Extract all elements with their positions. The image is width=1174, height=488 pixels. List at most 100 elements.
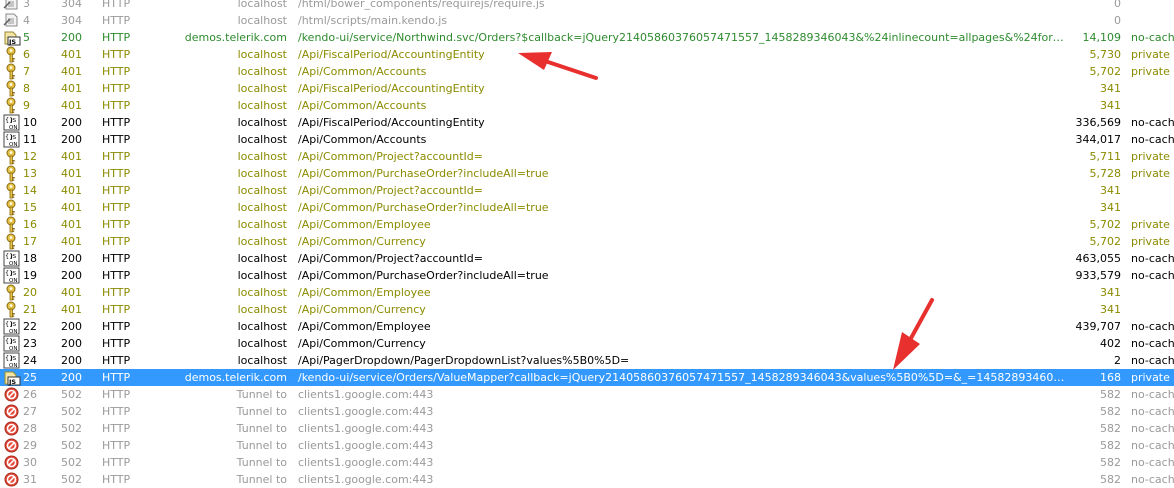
session-result: 401 (61, 167, 82, 180)
session-result: 401 (61, 82, 82, 95)
session-caching: no-cache (1131, 405, 1174, 418)
session-row[interactable]: 31 502 HTTP Tunnel to clients1.google.com:44… (0, 471, 1174, 488)
session-row[interactable]: 29 502 HTTP Tunnel to clients1.google.com:44… (0, 437, 1174, 454)
session-row[interactable]: {} JS ON 18 200 HTTP localhost/Api/Common/Proj… (0, 250, 1174, 267)
session-number: 30 (23, 456, 37, 469)
session-caching: no-cache (1131, 320, 1174, 333)
session-host: demos.telerik.com (184, 31, 287, 44)
session-row[interactable]: {} JS ON 23 200 HTTP localhost/Api/Common/Curr… (0, 335, 1174, 352)
session-host: Tunnel to (236, 422, 287, 435)
json-icon: {} JS ON (3, 250, 21, 267)
session-row[interactable]: 12 401 HTTP localhost/Api/Common/Project?ac… (0, 148, 1174, 165)
session-protocol: HTTP (102, 235, 131, 248)
session-caching: no-cache (1131, 354, 1174, 367)
error-icon (3, 420, 21, 437)
session-host: localhost (237, 252, 287, 265)
session-protocol: HTTP (102, 82, 131, 95)
session-row[interactable]: 15 401 HTTP localhost/Api/Common/PurchaseOr… (0, 199, 1174, 216)
svg-text:JS: JS (10, 271, 17, 277)
key-icon (3, 233, 21, 250)
session-row[interactable]: JS 5 200 HTTP demos.telerik.com/kendo-ui/ser… (0, 29, 1174, 46)
session-number: 24 (23, 354, 37, 367)
session-result: 304 (61, 14, 82, 27)
session-caching: private (1131, 150, 1170, 163)
session-host: localhost (237, 82, 287, 95)
session-body-size: 341 (1100, 82, 1121, 95)
session-number: 6 (23, 48, 30, 61)
session-caching: private (1131, 235, 1170, 248)
session-caching: no-cache (1131, 252, 1174, 265)
session-row[interactable]: {} JS ON 10 200 HTTP localhost/Api/FiscalPerio… (0, 114, 1174, 131)
session-body-size: 463,055 (1075, 252, 1122, 265)
session-caching: no-cache (1131, 388, 1174, 401)
session-row[interactable]: 20 401 HTTP localhost/Api/Common/Employee 34… (0, 284, 1174, 301)
session-host: localhost (237, 303, 287, 316)
session-body-size: 341 (1100, 184, 1121, 197)
session-protocol: HTTP (102, 184, 131, 197)
session-number: 22 (23, 320, 37, 333)
session-result: 401 (61, 218, 82, 231)
session-row[interactable]: 6 401 HTTP localhost/Api/FiscalPeriod/Accou… (0, 46, 1174, 63)
session-row[interactable]: 7 401 HTTP localhost/Api/Common/Accounts 5,7… (0, 63, 1174, 80)
session-row[interactable]: 8 401 HTTP localhost/Api/FiscalPeriod/Accou… (0, 80, 1174, 97)
session-url: /Api/Common/Project?accountId= (298, 252, 483, 265)
session-url: /Api/Common/Currency (298, 303, 426, 316)
session-row[interactable]: {} JS ON 24 200 HTTP localhost/Api/PagerDropdo… (0, 352, 1174, 369)
session-number: 13 (23, 167, 37, 180)
session-row[interactable]: 21 401 HTTP localhost/Api/Common/Currency 34… (0, 301, 1174, 318)
session-body-size: 341 (1100, 303, 1121, 316)
session-row[interactable]: 14 401 HTTP localhost/Api/Common/Project?ac… (0, 182, 1174, 199)
session-result: 502 (61, 473, 82, 486)
session-result: 502 (61, 456, 82, 469)
session-row[interactable]: 27 502 HTTP Tunnel to clients1.google.com:44… (0, 403, 1174, 420)
key-icon (3, 97, 21, 114)
session-number: 4 (23, 14, 30, 27)
session-result: 200 (61, 269, 82, 282)
session-protocol: HTTP (102, 14, 131, 27)
json-icon: {} JS ON (3, 131, 21, 148)
session-url: /Api/Common/PurchaseOrder?includeAll=tru… (298, 167, 549, 180)
session-result: 401 (61, 150, 82, 163)
session-host: localhost (237, 269, 287, 282)
session-number: 5 (23, 31, 30, 44)
session-number: 27 (23, 405, 37, 418)
session-row[interactable]: 28 502 HTTP Tunnel to clients1.google.com:44… (0, 420, 1174, 437)
session-result: 200 (61, 337, 82, 350)
session-protocol: HTTP (102, 99, 131, 112)
session-row[interactable]: 13 401 HTTP localhost/Api/Common/PurchaseOr… (0, 165, 1174, 182)
session-row[interactable]: {} JS ON 19 200 HTTP localhost/Api/Common/Purc… (0, 267, 1174, 284)
session-url: /Api/Common/Accounts (298, 133, 427, 146)
session-row[interactable]: 4 304 HTTP localhost/html/scripts/main.kend… (0, 12, 1174, 29)
session-protocol: HTTP (102, 31, 131, 44)
session-row[interactable]: 17 401 HTTP localhost/Api/Common/Currency 5,… (0, 233, 1174, 250)
session-host: demos.telerik.com (184, 371, 287, 384)
session-protocol: HTTP (102, 116, 131, 129)
session-url: clients1.google.com:443 (298, 422, 434, 435)
session-host: localhost (237, 0, 287, 10)
session-host: localhost (237, 48, 287, 61)
session-number: 17 (23, 235, 37, 248)
session-row[interactable]: 9 401 HTTP localhost/Api/Common/Accounts 341 (0, 97, 1174, 114)
key-icon (3, 165, 21, 182)
javascript-icon: JS (3, 369, 21, 386)
session-row[interactable]: 16 401 HTTP localhost/Api/Common/Employee 5,… (0, 216, 1174, 233)
session-host: Tunnel to (236, 473, 287, 486)
session-row[interactable]: 30 502 HTTP Tunnel to clients1.google.com:44… (0, 454, 1174, 471)
session-row[interactable]: 26 502 HTTP Tunnel to clients1.google.com:44… (0, 386, 1174, 403)
session-row[interactable]: 3 304 HTTP localhost/html/bower_components/… (0, 0, 1174, 12)
session-number: 8 (23, 82, 30, 95)
session-url: clients1.google.com:443 (298, 439, 434, 452)
session-protocol: HTTP (102, 150, 131, 163)
session-protocol: HTTP (102, 252, 131, 265)
session-row[interactable]: {} JS ON 11 200 HTTP localhost/Api/Common/Acco… (0, 131, 1174, 148)
error-icon (3, 403, 21, 420)
session-number: 14 (23, 184, 37, 197)
session-result: 401 (61, 65, 82, 78)
session-row[interactable]: {} JS ON 22 200 HTTP localhost/Api/Common/Empl… (0, 318, 1174, 335)
session-result: 200 (61, 133, 82, 146)
session-row[interactable]: JS 25 200 HTTP demos.telerik.com/kendo-ui/se… (0, 369, 1174, 386)
session-url: /Api/Common/Employee (298, 320, 431, 333)
session-result: 502 (61, 439, 82, 452)
key-icon (3, 199, 21, 216)
session-url: clients1.google.com:443 (298, 456, 434, 469)
